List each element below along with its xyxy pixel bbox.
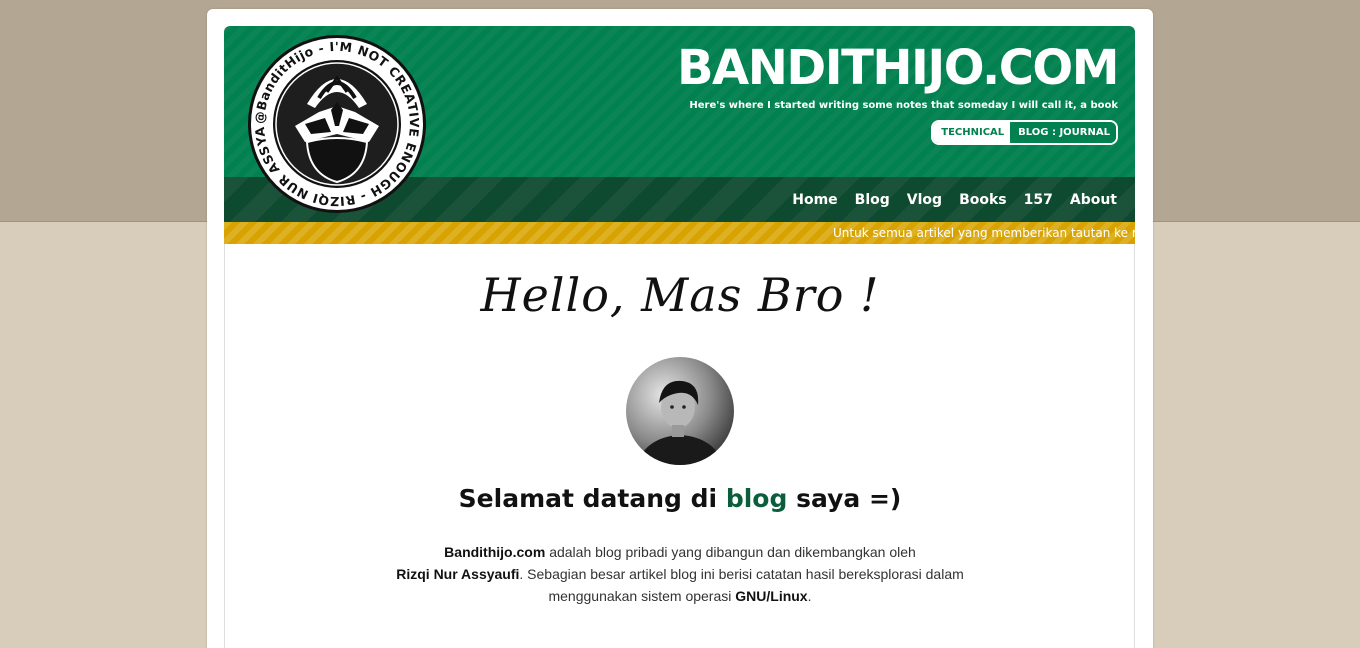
welcome-heading: Selamat datang di blog saya =) xyxy=(0,484,1360,513)
nav-item-blog[interactable]: Blog xyxy=(855,192,890,208)
nav-item-about[interactable]: About xyxy=(1070,192,1117,208)
announcement-ticker: Untuk semua artikel yang memberikan taut… xyxy=(224,222,1135,244)
ticker-text[interactable]: Untuk semua artikel yang memberikan taut… xyxy=(833,222,1135,244)
intro-text-1: adalah blog pribadi yang dibangun dan di… xyxy=(549,544,916,560)
intro-author-name: Rizqi Nur Assyaufi xyxy=(396,566,520,582)
nav-item-books[interactable]: Books xyxy=(959,192,1007,208)
nav-item-vlog[interactable]: Vlog xyxy=(907,192,942,208)
blog-switcher: TECHNICAL BLOG : JOURNAL xyxy=(931,120,1118,145)
nav-item-157[interactable]: 157 xyxy=(1024,192,1053,208)
welcome-blog-link[interactable]: blog xyxy=(726,484,788,513)
greeting-heading: Hello, Mas Bro ! xyxy=(480,268,880,322)
bandit-mask-logo-icon: @BanditHijo - I'M NOT CREATIVE ENOUGH - … xyxy=(242,22,426,213)
author-avatar xyxy=(626,357,734,465)
switcher-technical[interactable]: TECHNICAL xyxy=(933,122,1011,143)
nav-item-home[interactable]: Home xyxy=(792,192,837,208)
site-title[interactable]: BANDITHIJO.COM xyxy=(677,40,1120,96)
intro-paragraph: Bandithijo.com adalah blog pribadi yang … xyxy=(380,541,980,607)
site-logo[interactable]: @BanditHijo - I'M NOT CREATIVE ENOUGH - … xyxy=(242,22,427,214)
site-tagline: Here's where I started writing some note… xyxy=(689,100,1118,111)
welcome-suffix: saya =) xyxy=(796,484,902,513)
nav-menu: Home Blog Vlog Books 157 About xyxy=(775,177,1117,222)
intro-os-name: GNU/Linux xyxy=(735,588,808,604)
intro-site-name: Bandithijo.com xyxy=(444,544,546,560)
intro-end: . xyxy=(807,588,812,604)
welcome-prefix: Selamat datang di xyxy=(458,484,718,513)
avatar-photo-icon xyxy=(626,357,734,465)
switcher-blog-journal[interactable]: BLOG : JOURNAL xyxy=(1010,122,1116,143)
